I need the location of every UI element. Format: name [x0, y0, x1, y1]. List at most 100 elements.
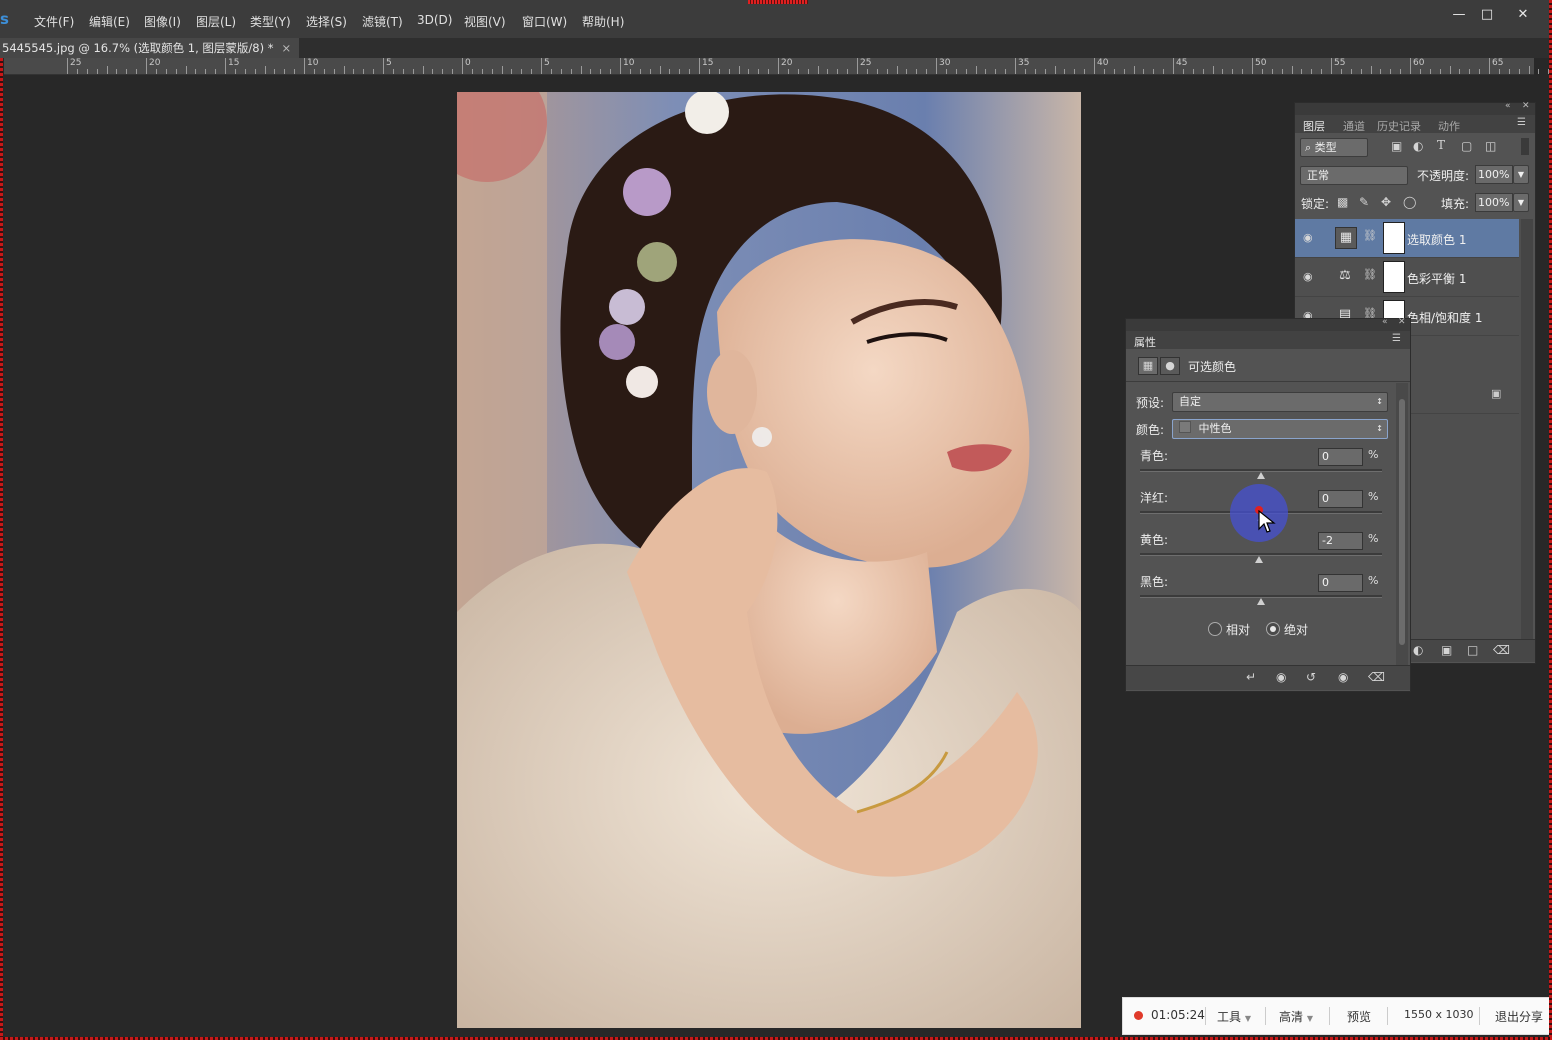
relative-radio[interactable] — [1208, 622, 1222, 636]
trash-icon[interactable]: ⌫ — [1493, 643, 1510, 657]
slider-value-input[interactable]: 0 — [1318, 574, 1363, 592]
menu-item[interactable]: 选择(S) — [306, 13, 347, 30]
slider-thumb[interactable] — [1254, 556, 1263, 563]
ruler-minor-tick — [550, 69, 552, 74]
tab-history[interactable]: 历史记录 — [1377, 118, 1421, 134]
menu-item[interactable]: 视图(V) — [464, 13, 506, 30]
ruler-tick-label: 15 — [702, 58, 714, 68]
new-layer-icon[interactable]: □ — [1467, 643, 1478, 657]
tab-actions[interactable]: 动作 — [1438, 118, 1460, 134]
reset-icon[interactable]: ↺ — [1306, 670, 1316, 684]
properties-scrollbar[interactable] — [1396, 383, 1408, 665]
slider-value-input[interactable]: 0 — [1318, 490, 1363, 508]
minimize-button[interactable]: — — [1446, 6, 1472, 24]
type-filter-icon[interactable]: T — [1437, 138, 1445, 152]
absolute-radio[interactable] — [1266, 622, 1280, 636]
lock-transparent-icon[interactable]: ▩ — [1337, 195, 1348, 209]
link-icon[interactable]: ⛓ — [1363, 268, 1377, 281]
adjustment-filter-icon[interactable]: ◐ — [1413, 139, 1423, 153]
ruler-minor-tick — [916, 69, 918, 74]
filter-kind-dropdown[interactable]: ⌕ 类型 — [1300, 138, 1368, 157]
layer-mask-thumbnail[interactable] — [1383, 261, 1405, 293]
lock-brush-icon[interactable]: ✎ — [1359, 195, 1369, 209]
view-previous-icon[interactable]: ◉ — [1276, 670, 1286, 684]
menu-item[interactable]: 图层(L) — [196, 13, 236, 30]
slider-thumb[interactable] — [1257, 472, 1265, 479]
document-tab[interactable]: 5445545.jpg @ 16.7% (选取颜色 1, 图层蒙版/8) * × — [0, 38, 300, 58]
layer-row-selective-color[interactable]: ◉ ▦ ⛓ 选取颜色 1 — [1295, 219, 1519, 258]
colors-dropdown[interactable]: 中性色 ↕ — [1172, 419, 1388, 439]
blend-mode-dropdown[interactable]: 正常 — [1300, 166, 1408, 185]
ruler-minor-tick — [402, 69, 404, 74]
fill-dropdown[interactable]: ▼ — [1513, 193, 1529, 212]
adjustment-layer-icon[interactable]: ◐ — [1413, 643, 1423, 657]
ruler-minor-tick — [1202, 69, 1204, 74]
canvas-image[interactable] — [457, 92, 1081, 1028]
ruler-minor-tick — [343, 66, 345, 74]
separator — [1479, 1007, 1480, 1025]
visibility-eye-icon[interactable]: ◉ — [1338, 670, 1348, 684]
fill-input[interactable]: 100% — [1475, 193, 1513, 212]
pixel-filter-icon[interactable]: ▣ — [1391, 139, 1402, 153]
preview-button[interactable]: 预览 — [1347, 1008, 1371, 1025]
layers-scrollbar[interactable] — [1521, 219, 1533, 639]
close-button[interactable]: ✕ — [1510, 6, 1536, 24]
tools-menu[interactable]: 工具 ▼ — [1217, 1008, 1251, 1025]
menu-item[interactable]: 图像(I) — [144, 13, 181, 30]
panel-close-icon[interactable]: ✕ — [1522, 101, 1530, 111]
menu-item[interactable]: 类型(Y) — [250, 13, 291, 30]
opacity-dropdown[interactable]: ▼ — [1513, 165, 1529, 184]
new-group-icon[interactable]: ▣ — [1441, 643, 1452, 657]
preset-dropdown[interactable]: 自定 ↕ — [1172, 392, 1388, 412]
eye-icon[interactable]: ◉ — [1303, 270, 1317, 283]
smart-object-filter-icon[interactable]: ◫ — [1485, 139, 1496, 153]
selective-color-icon[interactable]: ▦ — [1138, 357, 1158, 375]
tools-label: 工具 — [1217, 1010, 1242, 1024]
opacity-input[interactable]: 100% — [1475, 165, 1513, 184]
menu-item[interactable]: 3D(D) — [417, 13, 452, 27]
ruler-minor-tick — [205, 69, 207, 74]
tab-properties[interactable]: 属性 — [1134, 334, 1156, 350]
panel-menu-icon[interactable]: ☰ — [1517, 117, 1526, 128]
chevron-updown-icon: ↕ — [1376, 397, 1383, 406]
scrollbar-thumb[interactable] — [1399, 399, 1405, 645]
menu-item[interactable]: 文件(F) — [34, 13, 74, 30]
trash-icon[interactable]: ⌫ — [1368, 670, 1385, 684]
eye-icon[interactable]: ◉ — [1303, 231, 1317, 244]
panel-close-icon[interactable]: ✕ — [1398, 317, 1406, 327]
app-logo: s — [0, 10, 9, 28]
menu-bar: s 文件(F) 编辑(E) 图像(I) 图层(L) 类型(Y) 选择(S) 滤镜(T) 3D(… — [0, 0, 1552, 39]
ruler-minor-tick — [1311, 69, 1313, 74]
tab-layers[interactable]: 图层 — [1303, 118, 1325, 134]
ruler-tick-line — [620, 58, 621, 74]
clip-to-layer-icon[interactable]: ↵ — [1246, 670, 1256, 684]
layer-row-color-balance[interactable]: ◉ ⚖ ⛓ 色彩平衡 1 — [1295, 258, 1519, 297]
slider-value-input[interactable]: 0 — [1318, 448, 1363, 466]
close-tab-icon[interactable]: × — [282, 41, 292, 55]
slider-value-input[interactable]: -2 — [1318, 532, 1363, 550]
collapse-icon[interactable]: « — [1505, 101, 1511, 111]
panel-menu-icon[interactable]: ☰ — [1392, 333, 1401, 344]
lock-all-icon[interactable]: ◯ — [1403, 195, 1416, 209]
menu-item[interactable]: 编辑(E) — [89, 13, 130, 30]
menu-item[interactable]: 窗口(W) — [522, 13, 567, 30]
slider-thumb[interactable] — [1257, 598, 1265, 605]
quality-menu[interactable]: 高清 ▼ — [1279, 1008, 1313, 1025]
ruler-minor-tick — [1192, 69, 1194, 74]
maximize-button[interactable]: □ — [1474, 6, 1500, 24]
link-icon[interactable]: ⛓ — [1363, 229, 1377, 242]
menu-item[interactable]: 滤镜(T) — [362, 13, 403, 30]
horizontal-ruler[interactable]: 25 20 15 10 5 0 5 10 15 20 25 30 35 40 45 50 55 60 65 — [4, 58, 1550, 75]
mask-icon[interactable]: ● — [1160, 357, 1180, 375]
exit-share-button[interactable]: 退出分享 — [1495, 1008, 1543, 1025]
shape-filter-icon[interactable]: ▢ — [1461, 139, 1472, 153]
menu-item[interactable]: 帮助(H) — [582, 13, 624, 30]
tab-channels[interactable]: 通道 — [1343, 118, 1365, 134]
lock-move-icon[interactable]: ✥ — [1381, 195, 1391, 209]
collapse-icon[interactable]: « — [1382, 317, 1388, 327]
ruler-minor-tick — [412, 69, 414, 74]
ruler-minor-tick — [985, 69, 987, 74]
layer-mask-thumbnail[interactable] — [1383, 222, 1405, 254]
filter-toggle[interactable] — [1521, 138, 1529, 155]
ruler-minor-tick — [1459, 69, 1461, 74]
